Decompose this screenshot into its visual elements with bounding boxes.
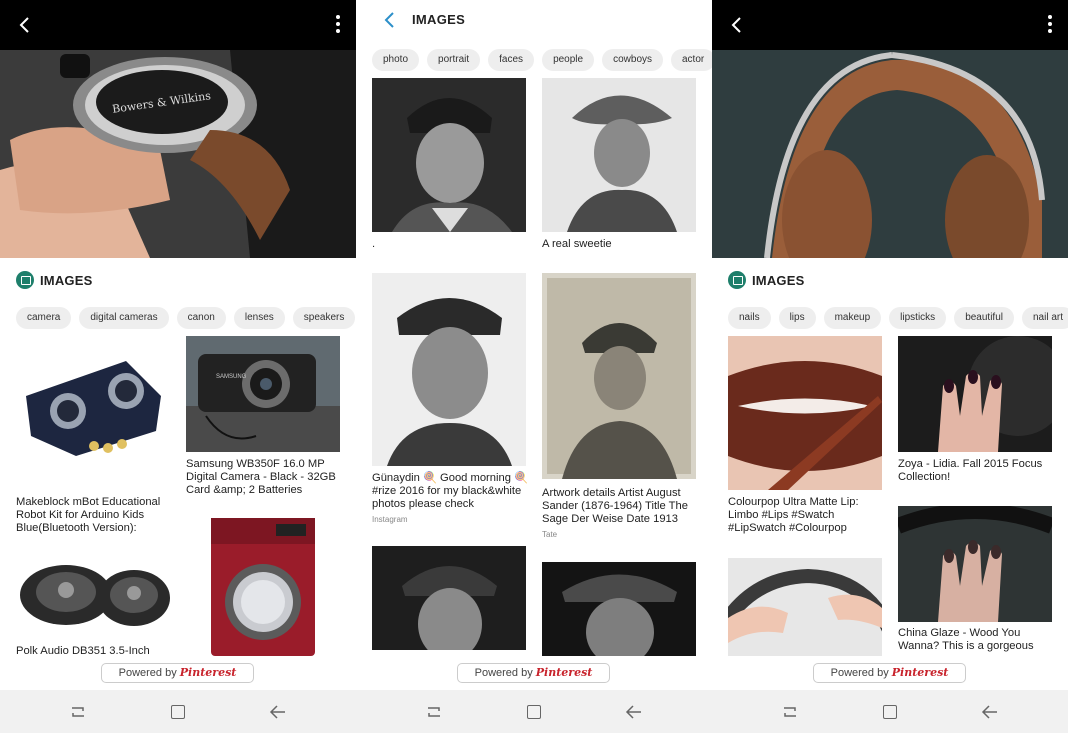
section-header: IMAGES <box>728 270 804 290</box>
chip-lipsticks[interactable]: lipsticks <box>889 307 947 329</box>
chip-speakers[interactable]: speakers <box>292 307 356 329</box>
card-source-portrait-3: Instagram <box>372 515 408 524</box>
card-image-robot-kit[interactable] <box>16 336 170 486</box>
back-arrow-icon[interactable] <box>382 9 396 36</box>
card-image-nails-2[interactable] <box>898 506 1052 622</box>
chip-row: photo portrait faces people cowboys acto… <box>372 49 712 71</box>
card-caption-speakers[interactable]: Polk Audio DB351 3.5-Inch <box>16 645 176 658</box>
hero-image-headphones[interactable] <box>712 50 1068 258</box>
chip-nails[interactable]: nails <box>728 307 771 329</box>
powered-by-label: Powered by <box>830 667 889 679</box>
pinterest-logo: Pinterest <box>179 666 237 679</box>
card-caption-portrait-2[interactable]: A real sweetie <box>542 238 696 251</box>
back-arrow-icon[interactable] <box>14 12 38 38</box>
home-icon[interactable] <box>527 705 541 719</box>
chip-beautiful[interactable]: beautiful <box>954 307 1014 329</box>
chip-row: nails lips makeup lipsticks beautiful na… <box>728 307 1068 329</box>
images-icon <box>728 271 746 289</box>
card-image-portrait-5[interactable] <box>372 546 526 650</box>
section-title: IMAGES <box>752 272 805 288</box>
panel-beauty: IMAGES nails lips makeup lipsticks beaut… <box>712 0 1068 733</box>
card-caption-nails-1[interactable]: Zoya - Lidia. Fall 2015 Focus Collection… <box>898 458 1058 484</box>
powered-by-badge[interactable]: Powered by Pinterest <box>101 663 254 683</box>
chip-cowboys[interactable]: cowboys <box>602 49 663 71</box>
home-icon[interactable] <box>171 705 185 719</box>
card-caption-portrait-3[interactable]: Günaydin 🍭 Good morning 🍭 #rize 2016 for… <box>372 472 532 512</box>
powered-by-label: Powered by <box>474 667 533 679</box>
card-image-portrait-2[interactable] <box>542 78 696 232</box>
card-image-camera[interactable]: SAMSUNG <box>186 336 340 452</box>
card-caption-portrait-1[interactable]: . <box>372 238 526 251</box>
card-image-speakers[interactable] <box>16 550 170 642</box>
card-image-portrait-4[interactable] <box>542 273 696 479</box>
card-image-steering-wheel[interactable] <box>728 558 882 656</box>
pinterest-logo: Pinterest <box>535 666 593 679</box>
section-title: IMAGES <box>40 272 93 288</box>
card-caption-nails-2[interactable]: China Glaze - Wood You Wanna? This is a … <box>898 627 1058 653</box>
section-header: IMAGES <box>16 270 92 290</box>
card-caption-lips[interactable]: Colourpop Ultra Matte Lip: Limbo #Lips #… <box>728 496 888 536</box>
back-arrow-icon[interactable] <box>726 12 750 38</box>
recent-apps-icon[interactable] <box>426 705 442 719</box>
screen: Bowers & Wilkins IMAGES camera digital c… <box>0 0 1068 733</box>
more-options-icon[interactable] <box>334 15 342 35</box>
panel-portraits: IMAGES photo portrait faces people cowbo… <box>356 0 712 733</box>
panel-electronics: Bowers & Wilkins IMAGES camera digital c… <box>0 0 356 733</box>
card-image-portrait-3[interactable] <box>372 273 526 466</box>
powered-by-badge[interactable]: Powered by Pinterest <box>457 663 610 683</box>
chip-lenses[interactable]: lenses <box>233 307 285 329</box>
chip-camera[interactable]: camera <box>16 307 72 329</box>
chip-canon[interactable]: canon <box>176 307 226 329</box>
chip-actor[interactable]: actor <box>671 49 712 71</box>
top-bar <box>0 0 356 50</box>
nav-back-icon[interactable] <box>268 703 288 721</box>
card-image-portrait-6[interactable] <box>542 562 696 656</box>
powered-by-badge[interactable]: Powered by Pinterest <box>813 663 966 683</box>
card-caption-camera[interactable]: Samsung WB350F 16.0 MP Digital Camera - … <box>186 458 346 498</box>
chip-photo[interactable]: photo <box>372 49 420 71</box>
card-caption-portrait-4[interactable]: Artwork details Artist August Sander (18… <box>542 487 702 527</box>
card-image-portrait-1[interactable] <box>372 78 526 232</box>
top-bar <box>712 0 1068 50</box>
nav-back-icon[interactable] <box>980 703 1000 721</box>
pinterest-logo: Pinterest <box>891 666 949 679</box>
hero-image-headphones[interactable]: Bowers & Wilkins <box>0 50 356 258</box>
nav-back-icon[interactable] <box>624 703 644 721</box>
recent-apps-icon[interactable] <box>70 705 86 719</box>
card-caption-robot-kit[interactable]: Makeblock mBot Educational Robot Kit for… <box>16 496 176 536</box>
camera-brand-text: SAMSUNG <box>216 374 247 380</box>
images-icon <box>16 271 34 289</box>
powered-by-label: Powered by <box>118 667 177 679</box>
chip-portrait[interactable]: portrait <box>427 49 481 71</box>
home-icon[interactable] <box>883 705 897 719</box>
card-image-lips[interactable] <box>728 336 882 490</box>
page-title: IMAGES <box>412 12 466 27</box>
chip-nail-art[interactable]: nail art <box>1022 307 1068 329</box>
chip-faces[interactable]: faces <box>488 49 535 71</box>
chip-people[interactable]: people <box>542 49 595 71</box>
chip-row: camera digital cameras canon lenses spea… <box>16 307 356 329</box>
more-options-icon[interactable] <box>1046 15 1054 35</box>
chip-lips[interactable]: lips <box>778 307 816 329</box>
chip-digital-cameras[interactable]: digital cameras <box>79 307 169 329</box>
chip-makeup[interactable]: makeup <box>823 307 882 329</box>
card-image-nails-1[interactable] <box>898 336 1052 452</box>
card-image-dryer[interactable] <box>186 516 340 656</box>
recent-apps-icon[interactable] <box>782 705 798 719</box>
card-source-portrait-4: Tate <box>542 530 558 539</box>
